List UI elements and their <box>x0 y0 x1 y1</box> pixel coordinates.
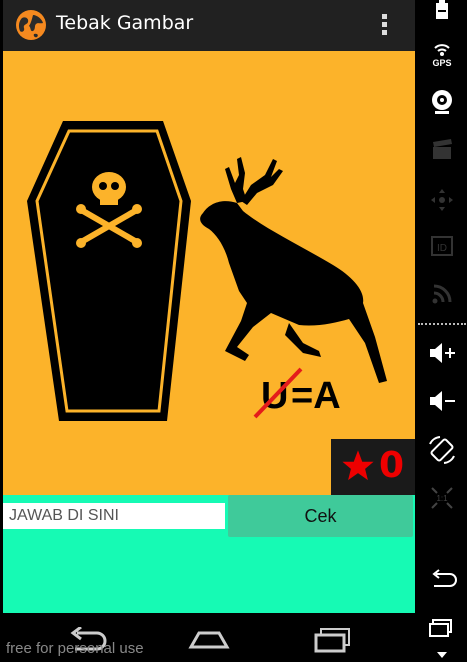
emulator-sidebar: GPS ID 1:1 <box>416 0 467 662</box>
dpad-icon[interactable] <box>424 182 460 218</box>
svg-text:ID: ID <box>437 243 447 254</box>
phone-screen: Tebak Gambar =A 0 JAWAB DI SINI Cek free… <box>0 0 416 662</box>
scale-icon[interactable]: 1:1 <box>424 480 460 516</box>
leaping-deer-icon <box>200 157 387 383</box>
coffin-with-skull-icon <box>27 121 191 421</box>
answer-input[interactable] <box>3 503 225 529</box>
watermark-text: free for personal use <box>6 640 144 657</box>
svg-text:1:1: 1:1 <box>436 494 448 503</box>
clapperboard-icon[interactable] <box>424 134 460 170</box>
puzzle-image: U =A 0 <box>3 51 415 495</box>
star-icon <box>342 450 374 481</box>
score-value: 0 <box>379 445 405 486</box>
globe-app-icon <box>16 10 46 40</box>
gps-icon[interactable]: GPS <box>424 38 460 74</box>
more-icon[interactable] <box>424 640 460 662</box>
sidebar-divider <box>418 323 466 325</box>
volume-up-icon[interactable] <box>424 335 460 371</box>
rotate-icon[interactable] <box>424 432 460 468</box>
answer-area: Cek <box>3 495 415 613</box>
score-badge: 0 <box>331 439 415 495</box>
recent-apps-nav-icon[interactable] <box>313 627 353 653</box>
volume-down-icon[interactable] <box>424 383 460 419</box>
webcam-icon[interactable] <box>424 84 460 120</box>
check-button[interactable]: Cek <box>228 495 413 537</box>
back-icon[interactable] <box>424 560 460 596</box>
battery-icon[interactable] <box>424 0 460 36</box>
svg-text:GPS: GPS <box>432 58 451 68</box>
hint-equation: U =A <box>253 367 341 419</box>
overflow-menu-icon[interactable] <box>376 12 392 38</box>
action-bar: Tebak Gambar <box>3 0 415 51</box>
id-icon[interactable]: ID <box>424 228 460 264</box>
rss-icon[interactable] <box>424 276 460 312</box>
app-title: Tebak Gambar <box>56 12 194 34</box>
home-nav-icon[interactable] <box>187 627 231 651</box>
svg-text:=A: =A <box>291 375 341 417</box>
